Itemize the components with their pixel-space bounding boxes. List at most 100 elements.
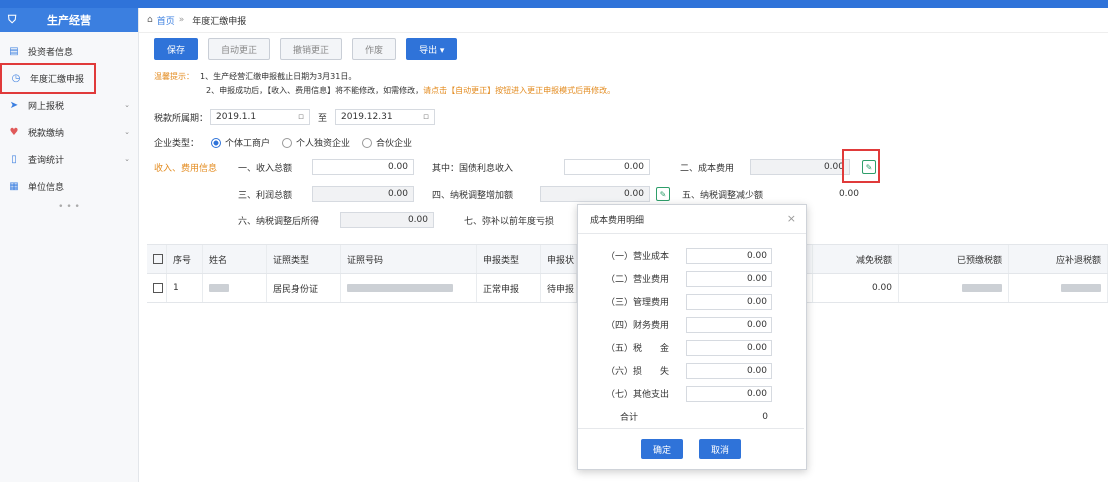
sidebar-item-online-tax[interactable]: ➤ 网上报税 ⌄ <box>0 92 138 119</box>
dialog-header: 成本费用明细 × <box>578 205 806 234</box>
cancel-correct-button[interactable]: 撤销更正 <box>280 38 343 60</box>
financial-expense-input[interactable]: 0.00 <box>686 316 772 333</box>
total-value: 0 <box>762 411 768 422</box>
chevron-down-icon: ⌄ <box>124 101 130 109</box>
dialog-title: 成本费用明细 <box>590 215 645 226</box>
radio-partnership-label: 合伙企业 <box>376 139 413 149</box>
detail-row-tax: （五）税 金 0.00 <box>578 336 806 359</box>
sidebar-item-label: 税款缴纳 <box>28 129 65 139</box>
header-id-number: 证照号码 <box>341 245 477 273</box>
row-id-type: 居民身份证 <box>267 274 341 302</box>
detail-row-total: 合计 0 <box>578 405 806 428</box>
sidebar-item-payment[interactable]: ♥ 税款缴纳 ⌄ <box>0 119 138 146</box>
cost-detail-dialog: 成本费用明细 × （一）营业成本 0.00 （二）营业费用 0.00 （三）管理… <box>577 204 807 470</box>
header-index: 序号 <box>167 245 203 273</box>
detail-row-admin-expense: （三）管理费用 0.00 <box>578 290 806 313</box>
operating-expense-input[interactable]: 0.00 <box>686 270 772 287</box>
home-icon: ⌂ <box>147 15 153 25</box>
tips-line1: 1、生产经营汇缴申报截止日期为3月31日。 <box>200 72 357 81</box>
row-name-redacted <box>203 274 267 302</box>
sidebar-item-unit[interactable]: ▦ 单位信息 <box>0 173 138 200</box>
tips-label: 温馨提示： <box>154 72 194 81</box>
cancel-button[interactable]: 取消 <box>699 439 742 459</box>
radio-sole-proprietor-label: 个人独资企业 <box>296 139 351 149</box>
header-prepaid-tax: 已预缴税额 <box>899 245 1009 273</box>
bond-interest-field[interactable]: 0.00 <box>564 159 650 175</box>
income-row-2: 三、利润总额 0.00 四、纳税调整增加额 0.00 ✎ 五、纳税调整减少额 0… <box>154 186 864 202</box>
select-all-checkbox[interactable] <box>147 245 167 273</box>
sidebar-item-label: 年度汇缴申报 <box>30 75 85 85</box>
radio-individual[interactable] <box>211 137 222 148</box>
breadcrumb-home[interactable]: 首页 <box>157 14 175 27</box>
sidebar-item-label: 单位信息 <box>28 183 65 193</box>
detail-label: （一）营业成本 <box>606 252 670 262</box>
shield-icon: ⛉ <box>8 13 17 26</box>
row-report-type: 正常申报 <box>477 274 541 302</box>
cost-label: 二、成本费用 <box>680 163 735 174</box>
sidebar-item-investor[interactable]: ▤ 投资者信息 <box>0 38 138 65</box>
void-button[interactable]: 作废 <box>352 38 397 60</box>
edit-icon[interactable]: ✎ <box>656 187 670 201</box>
row-id-number-redacted <box>341 274 477 302</box>
save-button[interactable]: 保存 <box>154 38 199 60</box>
export-button[interactable]: 导出 ▾ <box>406 38 458 60</box>
detail-label: （二）营业费用 <box>606 275 670 285</box>
sidebar-header: ⛉ 生产经营 <box>0 8 138 32</box>
row-index: 1 <box>167 274 203 302</box>
header-tax-due: 应补退税额 <box>1009 245 1108 273</box>
auto-correct-button[interactable]: 自动更正 <box>208 38 271 60</box>
profit-field: 0.00 <box>312 186 414 202</box>
page-icon: ▯ <box>11 154 17 165</box>
send-icon: ➤ <box>9 100 19 111</box>
confirm-button[interactable]: 确定 <box>640 439 683 459</box>
row-tax-due-redacted <box>1009 274 1108 302</box>
dialog-footer: 确定 取消 <box>578 428 804 469</box>
detail-label: （三）管理费用 <box>606 298 670 308</box>
sidebar: ⛉ 生产经营 ▤ 投资者信息 ◷ 年度汇缴申报 ➤ 网上报税 ⌄ ♥ 税款缴纳 … <box>0 8 139 482</box>
sidebar-item-annual-filing[interactable]: ◷ 年度汇缴申报 <box>0 63 96 94</box>
profit-label: 三、利润总额 <box>238 190 293 201</box>
sidebar-more-dots: • • • <box>58 202 80 212</box>
close-icon[interactable]: × <box>787 212 796 225</box>
row-checkbox[interactable] <box>147 274 167 302</box>
radio-partnership[interactable] <box>362 137 373 148</box>
header-id-type: 证照类型 <box>267 245 341 273</box>
bond-interest-label: 其中：国债利息收入 <box>432 163 514 174</box>
company-type-row: 企业类型： 个体工商户 个人独资企业 合伙企业 <box>154 136 412 149</box>
admin-expense-input[interactable]: 0.00 <box>686 293 772 310</box>
period-start-field[interactable]: 2019.1.1 ▫ <box>210 109 311 125</box>
breadcrumb-sep: » <box>178 15 185 25</box>
income-row-3: 六、纳税调整后所得 0.00 七、弥补以前年度亏损 <box>154 212 580 228</box>
loss-input[interactable]: 0.00 <box>686 362 772 379</box>
detail-row-loss: （六）损 失 0.00 <box>578 359 806 382</box>
toolbar: 保存 自动更正 撤销更正 作废 导出 ▾ <box>154 38 458 60</box>
breadcrumb-current: 年度汇缴申报 <box>192 16 247 27</box>
document-icon: ▤ <box>9 46 19 57</box>
detail-label: （四）财务费用 <box>606 321 670 331</box>
detail-row-other-expense: （七）其他支出 0.00 <box>578 382 806 405</box>
adjust-add-field: 0.00 <box>540 186 650 202</box>
radio-sole-proprietor[interactable] <box>282 137 293 148</box>
sidebar-item-query[interactable]: ▯ 查询统计 ⌄ <box>0 146 138 173</box>
total-income-field[interactable]: 0.00 <box>312 159 414 175</box>
detail-row-operating-cost: （一）营业成本 0.00 <box>578 244 806 267</box>
other-expense-input[interactable]: 0.00 <box>686 385 772 402</box>
sidebar-item-label: 投资者信息 <box>28 48 74 58</box>
heart-icon: ♥ <box>9 127 19 138</box>
adjust-sub-value: 0.00 <box>794 186 864 202</box>
row-tax-reduction: 0.00 <box>813 274 899 302</box>
period-to: 至 <box>318 113 328 124</box>
operating-cost-input[interactable]: 0.00 <box>686 247 772 264</box>
highlight-box <box>842 149 880 183</box>
calendar-icon: ▫ <box>297 112 305 122</box>
period-row: 税款所属期： 2019.1.1 ▫ 至 2019.12.31 ▫ <box>154 109 436 125</box>
tips-line2b: 请点击【自动更正】按钮进入更正申报模式后再修改。 <box>423 86 616 95</box>
total-income-label: 一、收入总额 <box>238 163 293 174</box>
header-name: 姓名 <box>203 245 267 273</box>
refresh-icon: ◷ <box>11 73 21 84</box>
tax-input[interactable]: 0.00 <box>686 339 772 356</box>
header-tax-reduction: 减免税额 <box>813 245 899 273</box>
tips: 温馨提示： 1、生产经营汇缴申报截止日期为3月31日。 2、申报成功后，【收入、费… <box>154 70 615 98</box>
period-end-field[interactable]: 2019.12.31 ▫ <box>335 109 436 125</box>
dialog-body: （一）营业成本 0.00 （二）营业费用 0.00 （三）管理费用 0.00 （… <box>578 234 806 428</box>
